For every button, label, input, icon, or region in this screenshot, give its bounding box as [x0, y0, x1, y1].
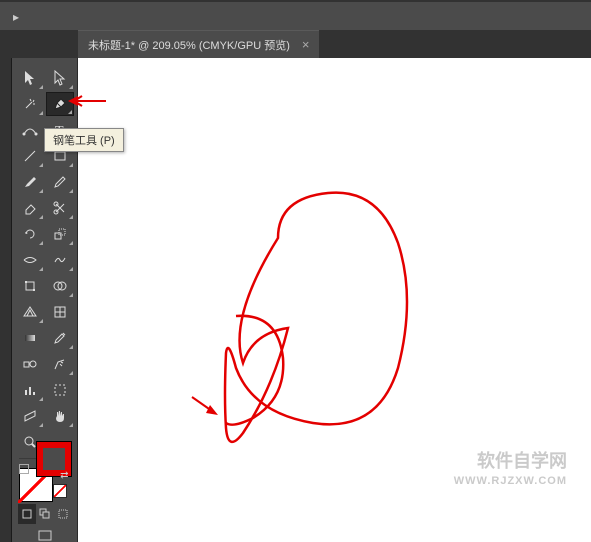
symbol-sprayer-tool[interactable]	[46, 352, 74, 376]
draw-behind[interactable]	[36, 504, 54, 524]
blend-tool[interactable]	[16, 352, 44, 376]
eyedropper-tool[interactable]	[46, 326, 74, 350]
draw-inside[interactable]	[54, 504, 72, 524]
shape-builder-tool[interactable]	[46, 274, 74, 298]
magic-wand-tool[interactable]	[16, 92, 44, 116]
control-bar: ▸	[0, 2, 591, 32]
screen-mode-button[interactable]	[33, 530, 57, 542]
curvature-tool[interactable]	[16, 118, 44, 142]
annotation-arrow-pen	[68, 93, 108, 109]
fill-stroke-swatch[interactable]: ⇄	[17, 468, 73, 476]
width-tool[interactable]	[16, 248, 44, 272]
slice-tool[interactable]	[16, 404, 44, 428]
color-mode-none[interactable]	[53, 484, 67, 498]
scissors-tool[interactable]	[46, 196, 74, 220]
line-tool[interactable]	[16, 144, 44, 168]
tab-close-icon[interactable]: ×	[302, 37, 310, 52]
no-selection-icon: ▸	[8, 9, 24, 25]
tabbar: 未标题-1* @ 209.05% (CMYK/GPU 预览) ×	[0, 30, 591, 58]
draw-mode-row	[18, 504, 72, 524]
direct-selection-tool[interactable]	[46, 66, 74, 90]
watermark: 软件自学网 WWW.RJZXW.COM	[454, 450, 567, 488]
scale-tool[interactable]	[46, 222, 74, 246]
dock-strip[interactable]	[0, 30, 12, 542]
warp-tool[interactable]	[46, 248, 74, 272]
canvas[interactable]: 软件自学网 WWW.RJZXW.COM	[78, 58, 591, 542]
gradient-tool[interactable]	[16, 326, 44, 350]
rotate-tool[interactable]	[16, 222, 44, 246]
document-tab[interactable]: 未标题-1* @ 209.05% (CMYK/GPU 预览) ×	[78, 30, 319, 58]
pen-tool-tooltip: 钢笔工具 (P)	[44, 128, 124, 152]
watermark-sub: WWW.RJZXW.COM	[454, 474, 567, 488]
draw-normal[interactable]	[18, 504, 36, 524]
artboard-tool[interactable]	[46, 378, 74, 402]
perspective-tool[interactable]	[16, 300, 44, 324]
free-transform-tool[interactable]	[16, 274, 44, 298]
watermark-main: 软件自学网	[454, 450, 567, 473]
mesh-tool[interactable]	[46, 300, 74, 324]
annotation-arrow-canvas	[190, 395, 220, 419]
selection-tool[interactable]	[16, 66, 44, 90]
swap-fill-stroke-icon[interactable]: ⇄	[60, 470, 68, 481]
hand-tool[interactable]	[46, 404, 74, 428]
paintbrush-tool[interactable]	[16, 170, 44, 194]
canvas-area: ▸ 未标题-1* @ 209.05% (CMYK/GPU 预览) × 软件自学网…	[78, 30, 591, 542]
eraser-tool[interactable]	[16, 196, 44, 220]
default-fill-stroke-icon[interactable]	[19, 464, 29, 474]
pencil-tool[interactable]	[46, 170, 74, 194]
tab-title: 未标题-1* @ 209.05% (CMYK/GPU 预览)	[88, 37, 290, 53]
column-graph-tool[interactable]	[16, 378, 44, 402]
